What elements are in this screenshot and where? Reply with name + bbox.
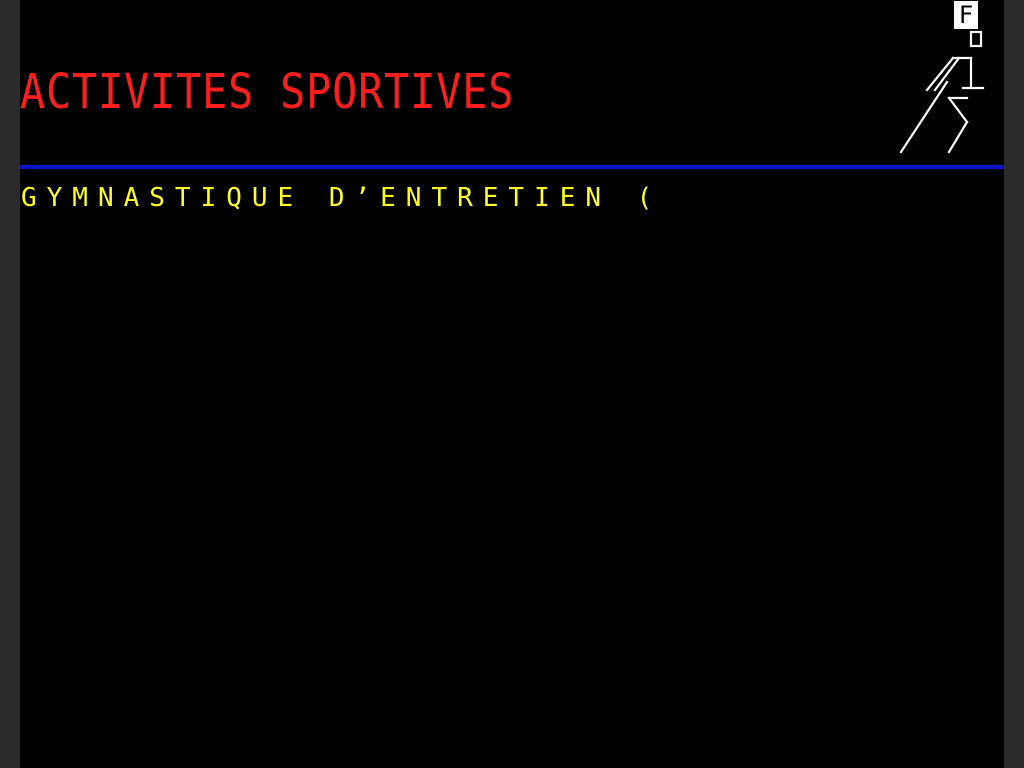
- f-badge: F: [954, 1, 978, 29]
- running-figure-icon: [899, 30, 985, 154]
- page-title: ACTIVITES SPORTIVES: [20, 64, 515, 120]
- teletext-screen: ACTIVITES SPORTIVES F GYMNASTIQUE D’ENTR…: [20, 0, 1004, 768]
- divider-line: [20, 165, 1004, 169]
- section-heading: GYMNASTIQUE D’ENTRETIEN (: [21, 183, 663, 213]
